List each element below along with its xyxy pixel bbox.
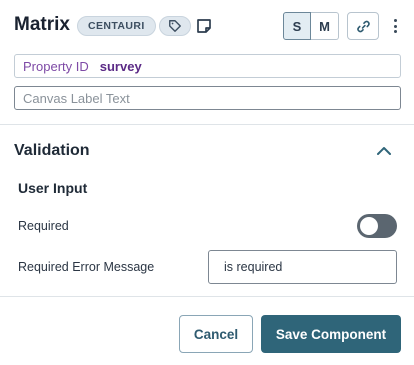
- component-header: Matrix CENTAURI S M: [14, 12, 402, 40]
- cancel-button[interactable]: Cancel: [179, 315, 253, 353]
- property-id-label: Property ID: [23, 58, 89, 74]
- property-id-value: survey: [99, 58, 142, 74]
- save-component-button[interactable]: Save Component: [261, 315, 401, 353]
- note-icon[interactable]: [196, 18, 212, 34]
- required-error-message-input[interactable]: [208, 250, 397, 284]
- size-toggle: S M: [283, 12, 339, 40]
- canvas-label-input[interactable]: [14, 86, 401, 110]
- validation-section-title: Validation: [14, 142, 90, 159]
- toggle-knob: [360, 217, 378, 235]
- link-button[interactable]: [347, 12, 379, 40]
- size-medium-button[interactable]: M: [311, 12, 339, 40]
- required-label: Required: [18, 219, 69, 233]
- tag-button[interactable]: [159, 16, 191, 36]
- section-divider: [0, 124, 414, 125]
- chevron-up-icon[interactable]: [375, 143, 393, 157]
- property-id-field[interactable]: Property ID survey: [14, 54, 401, 78]
- user-input-subtitle: User Input: [18, 180, 88, 196]
- required-toggle[interactable]: [357, 214, 397, 238]
- component-title: Matrix: [14, 14, 70, 35]
- footer-divider: [0, 296, 414, 297]
- required-error-message-label: Required Error Message: [18, 260, 155, 274]
- link-icon: [356, 20, 370, 32]
- kebab-menu-icon[interactable]: [388, 15, 402, 37]
- tag-icon: [169, 20, 181, 32]
- library-badge[interactable]: CENTAURI: [77, 16, 156, 36]
- size-small-button[interactable]: S: [283, 12, 311, 40]
